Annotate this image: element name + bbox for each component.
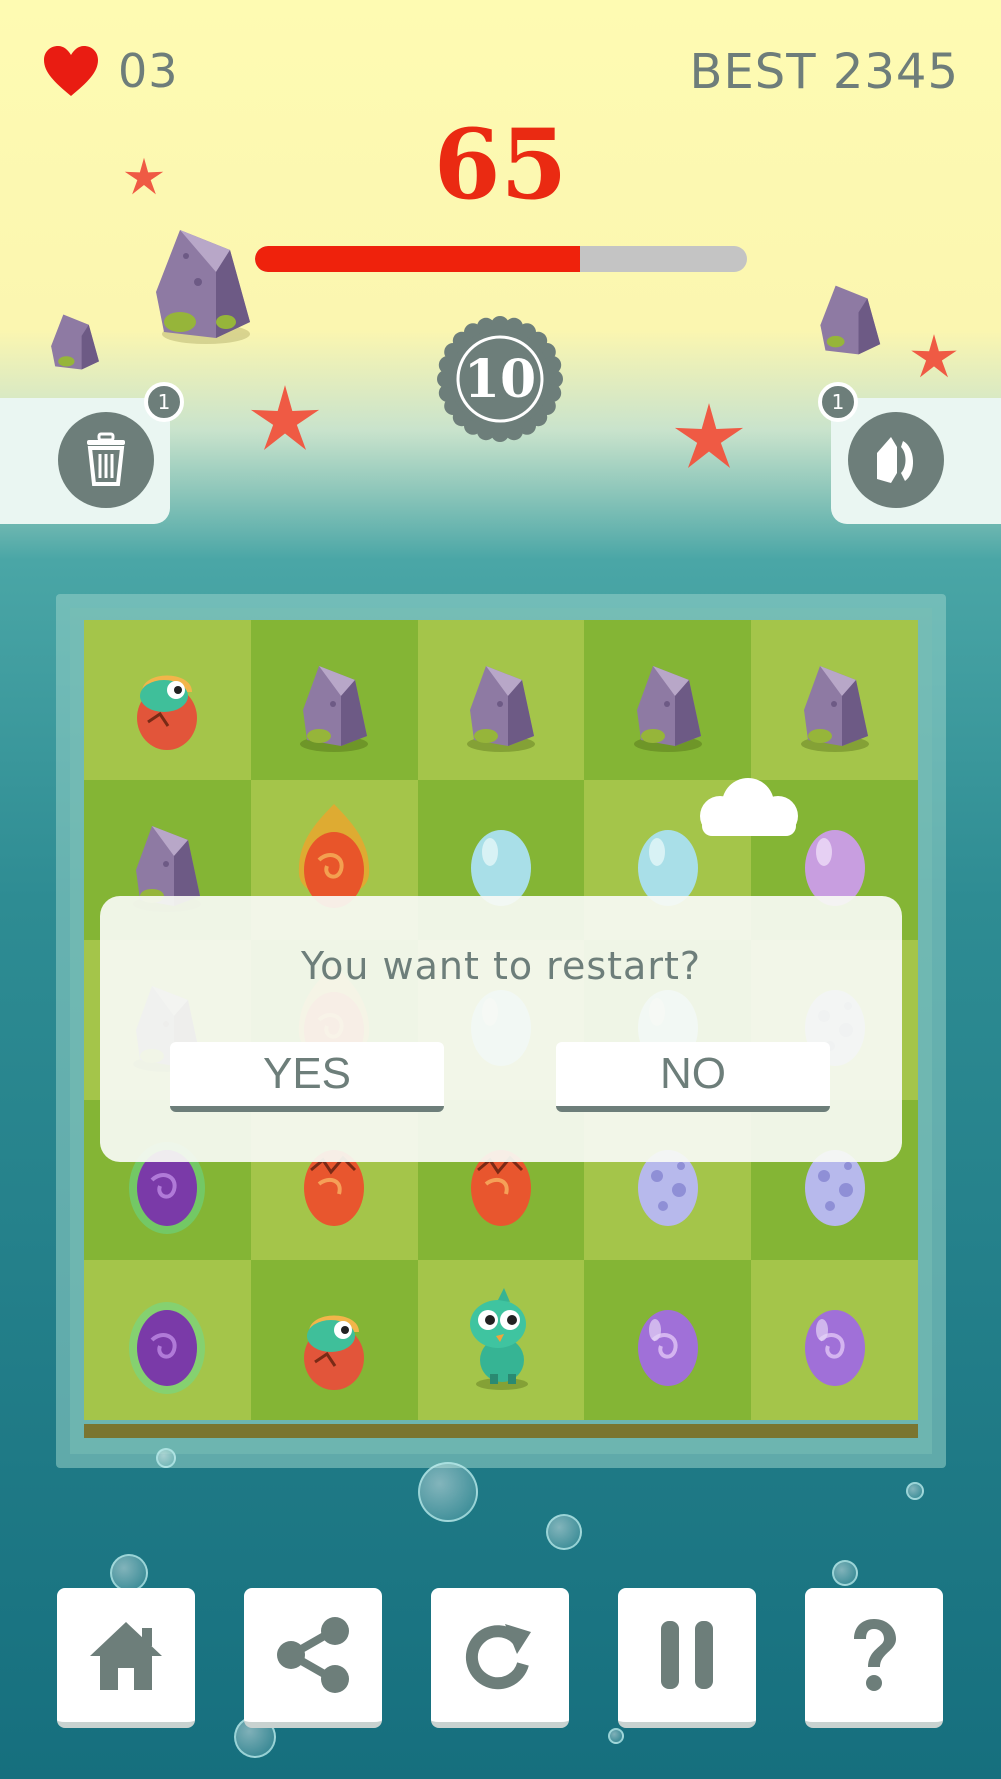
pause-button[interactable]: [618, 1588, 756, 1728]
rock-icon: [820, 285, 881, 355]
level-number: 10: [463, 348, 537, 410]
starfish-icon: [250, 385, 320, 451]
swap-powerup-button[interactable]: [848, 412, 944, 508]
help-button[interactable]: [805, 1588, 943, 1728]
trash-icon: [87, 432, 125, 486]
share-icon: [277, 1617, 349, 1693]
bubble: [608, 1728, 624, 1744]
refresh-icon: [465, 1624, 531, 1690]
trash-powerup-button[interactable]: [58, 412, 154, 508]
home-icon: [90, 1622, 162, 1690]
starfish-icon: [674, 403, 744, 469]
lives-count: 03: [118, 44, 179, 98]
swap-count-badge: 1: [818, 382, 858, 422]
restart-dialog: You want to restart? YES NO: [100, 896, 902, 1162]
board-tile[interactable]: [417, 620, 585, 780]
rock-icon: [800, 666, 869, 752]
baby-dino-icon: [469, 1288, 528, 1390]
dialog-question: You want to restart?: [300, 944, 702, 988]
rock-icon: [633, 666, 702, 752]
progress-fill: [255, 246, 580, 272]
board-tile[interactable]: [584, 620, 752, 780]
board-tile[interactable]: [417, 1260, 585, 1420]
board-tile[interactable]: [84, 620, 251, 780]
glow-egg-icon: [129, 1302, 206, 1394]
rock-icon: [51, 314, 99, 370]
swirl-egg-icon: [637, 1310, 698, 1386]
home-button[interactable]: [57, 1588, 195, 1728]
pause-icon: [661, 1621, 713, 1689]
swirl-egg-icon: [804, 1310, 865, 1386]
board-tile[interactable]: [751, 620, 918, 780]
dino-egg-icon: [137, 675, 198, 750]
heart-icon: [44, 46, 98, 96]
swap-icon: [877, 437, 914, 483]
cloud-icon: [700, 778, 798, 836]
bubble: [906, 1482, 924, 1500]
board-edge: [84, 1424, 918, 1438]
board-tile[interactable]: [250, 1260, 418, 1420]
rock-icon: [466, 666, 535, 752]
restart-button[interactable]: [431, 1588, 569, 1728]
level-progress-bar: [255, 246, 747, 272]
starfish-icon: [124, 157, 164, 195]
rock-icon: [156, 230, 250, 344]
rock-icon: [300, 666, 369, 752]
bubble: [832, 1560, 858, 1586]
board-tile[interactable]: [751, 1260, 918, 1420]
no-button[interactable]: NO: [556, 1042, 830, 1112]
share-button[interactable]: [244, 1588, 382, 1728]
lives-display: 03: [42, 44, 179, 98]
bubble: [418, 1462, 478, 1522]
bubble: [156, 1448, 176, 1468]
bubble: [110, 1554, 148, 1592]
dino-egg-icon: [304, 1315, 365, 1390]
bubble: [546, 1514, 582, 1550]
board-tile[interactable]: [84, 1260, 251, 1420]
board-tile[interactable]: [584, 1260, 752, 1420]
trash-count-badge: 1: [144, 382, 184, 422]
best-score: BEST 2345: [689, 44, 959, 100]
yes-button[interactable]: YES: [170, 1042, 444, 1112]
question-icon: [854, 1619, 896, 1691]
starfish-icon: [911, 334, 957, 378]
board-tile[interactable]: [250, 620, 418, 780]
